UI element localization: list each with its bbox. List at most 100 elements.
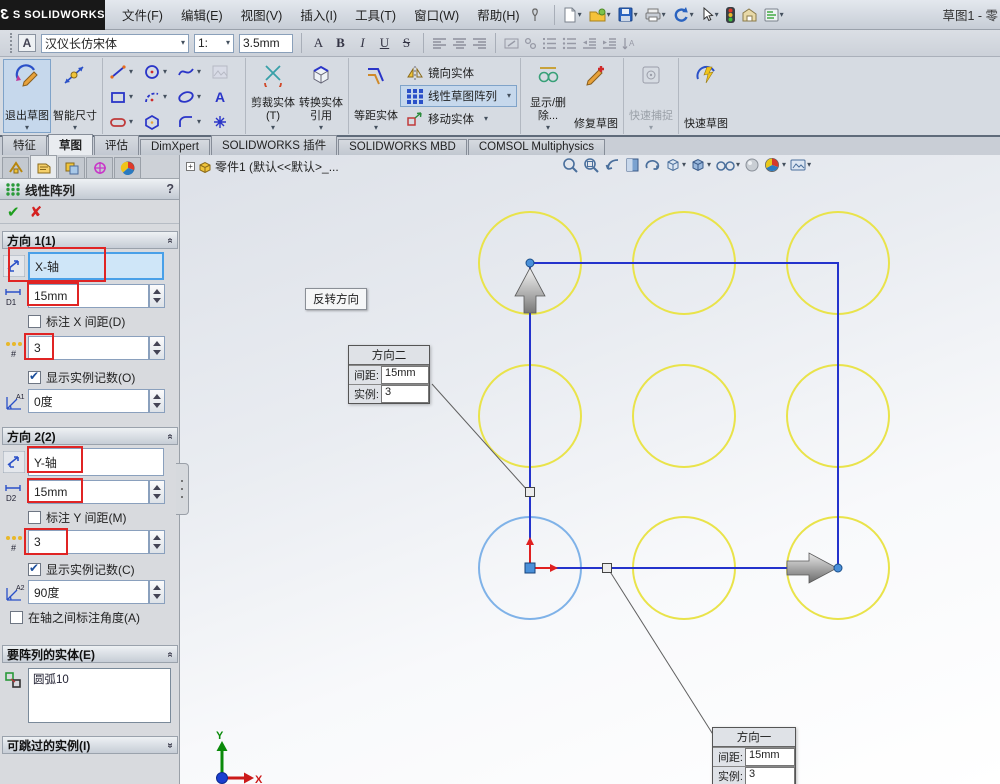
convert-entities-button[interactable]: 转换实体引用 ▾ [297, 59, 345, 133]
trim-entities-button[interactable]: 剪裁实体(T) ▾ [249, 59, 297, 133]
text-height-field[interactable]: 3.5mm [239, 34, 293, 53]
dim2-spacing-checkbox-row[interactable]: 标注 Y 间距(M) [28, 509, 126, 526]
menu-insert[interactable]: 插入(I) [291, 2, 346, 27]
angle-between-checkbox-row[interactable]: 在轴之间标注角度(A) [10, 609, 140, 626]
open-file-button[interactable]: ▾ [587, 7, 613, 23]
zoom-area-icon[interactable] [583, 157, 600, 173]
menu-file[interactable]: 文件(F) [113, 2, 172, 27]
panel-splitter-handle[interactable] [176, 463, 189, 515]
configuration-manager-tab[interactable] [58, 157, 85, 178]
direction2-arrow-handle[interactable] [515, 268, 545, 313]
font-scale-select[interactable]: 1:▾ [194, 34, 234, 53]
direction1-spacing-spinner[interactable] [149, 284, 165, 308]
align-center-icon[interactable] [452, 37, 467, 49]
callout-spacing-value[interactable]: 15mm [745, 748, 795, 766]
mirror-entities-button[interactable]: 镜向实体 [400, 62, 517, 84]
offset-entities-dropdown[interactable]: ▾ [374, 124, 378, 132]
numbered-list-icon[interactable] [542, 37, 557, 50]
align-left-icon[interactable] [432, 37, 447, 49]
direction2-angle-spinner[interactable] [149, 580, 165, 604]
tab-sketch[interactable]: 草图 [48, 134, 93, 155]
linear-pattern-dropdown[interactable]: ▾ [507, 92, 511, 100]
menu-tools[interactable]: 工具(T) [346, 2, 405, 27]
midpoint-handle-left-edge[interactable] [526, 488, 535, 497]
exit-sketch-dropdown[interactable]: ▾ [25, 124, 29, 132]
help-button[interactable]: ? [166, 182, 174, 196]
dim1-spacing-checkbox[interactable] [28, 315, 41, 328]
indent-icon[interactable] [602, 37, 617, 49]
menu-edit[interactable]: 编辑(E) [172, 2, 232, 27]
dim1-spacing-checkbox-row[interactable]: 标注 X 间距(D) [28, 313, 125, 330]
property-manager-tab[interactable] [30, 155, 57, 178]
flyout-feature-tree[interactable]: + 零件1 (默认<<默认>_... [186, 158, 339, 175]
cancel-button[interactable]: ✘ [30, 203, 43, 221]
direction1-angle-spinner[interactable] [149, 389, 165, 413]
fillet-tool[interactable]: ▾ [174, 114, 208, 130]
options-button[interactable]: ▾ [762, 7, 786, 23]
midpoint-handle-bottom-edge[interactable] [603, 564, 612, 573]
offset-entities-button[interactable]: 等距实体 ▾ [352, 59, 400, 133]
hide-show-items-icon[interactable]: ▾ [715, 158, 740, 172]
view-orientation-icon[interactable]: ▾ [665, 157, 686, 173]
italic-button[interactable]: I [354, 35, 371, 51]
rectangle-tool[interactable]: ▾ [106, 89, 140, 105]
rotate-text-icon[interactable] [504, 37, 519, 50]
polygon-tool[interactable] [140, 114, 174, 130]
direction2-callout[interactable]: 方向二 间距: 15mm 实例: 3 [348, 345, 430, 404]
display-delete-dropdown[interactable]: ▾ [546, 124, 550, 132]
vertex-handle-origin[interactable] [525, 563, 535, 573]
dimxpert-manager-tab[interactable] [86, 157, 113, 178]
view-settings-icon[interactable]: ▾ [790, 158, 811, 173]
direction1-callout[interactable]: 方向一 间距: 15mm 实例: 3 [712, 727, 796, 784]
sketch-square-lines[interactable] [530, 263, 838, 568]
callout-spacing-value[interactable]: 15mm [381, 366, 429, 384]
direction1-count-spinner[interactable] [149, 336, 165, 360]
section-view-icon[interactable] [625, 157, 640, 173]
align-right-icon[interactable] [472, 37, 487, 49]
outdent-icon[interactable] [582, 37, 597, 49]
pin-icon[interactable] [529, 8, 541, 22]
tab-solidworks-addins[interactable]: SOLIDWORKS 插件 [211, 135, 337, 155]
exit-sketch-button[interactable]: 退出草图 ▾ [3, 59, 51, 133]
show-count2-checkbox-row[interactable]: 显示实例记数(C) [28, 561, 135, 578]
menu-help[interactable]: 帮助(H) [468, 2, 528, 27]
convert-entities-dropdown[interactable]: ▾ [319, 124, 323, 132]
arc-tool[interactable]: ▾ [140, 89, 174, 105]
edit-appearance-icon[interactable] [744, 157, 760, 173]
direction2-count-spinner[interactable] [149, 530, 165, 554]
circle-tool[interactable]: ▾ [140, 64, 174, 80]
show-count1-checkbox[interactable] [28, 371, 41, 384]
show-count1-checkbox-row[interactable]: 显示实例记数(O) [28, 369, 135, 386]
undo-button[interactable]: ▾ [671, 6, 696, 23]
vertex-handle-bottomright[interactable] [834, 564, 842, 572]
insert-symbol-icon[interactable] [524, 37, 537, 50]
graphics-viewport[interactable]: + 零件1 (默认<<默认>_... ▾ ▾ ▾ ▾ ▾ [180, 155, 1000, 784]
tab-evaluate[interactable]: 评估 [94, 135, 139, 155]
feature-manager-tab[interactable] [2, 157, 29, 178]
spline-tool[interactable]: ▾ [174, 64, 208, 80]
move-entities-dropdown[interactable]: ▾ [484, 115, 488, 123]
tab-solidworks-mbd[interactable]: SOLIDWORKS MBD [338, 139, 467, 155]
tab-dimxpert[interactable]: DimXpert [140, 139, 210, 155]
show-count2-checkbox[interactable] [28, 563, 41, 576]
direction1-angle-field[interactable]: 0度 [28, 389, 149, 413]
sketch-text-tool[interactable]: A [208, 89, 242, 105]
menu-window[interactable]: 窗口(W) [405, 2, 468, 27]
previous-view-icon[interactable] [604, 157, 621, 173]
point-tool[interactable] [208, 114, 242, 130]
line-tool[interactable]: ▾ [106, 64, 140, 80]
font-name-select[interactable]: 汉仪长仿宋体▾ [41, 34, 189, 53]
rotate-view-icon[interactable] [644, 157, 661, 173]
ok-button[interactable]: ✔ [7, 203, 20, 221]
angle-between-checkbox[interactable] [10, 611, 23, 624]
ellipse-tool[interactable]: ▾ [174, 89, 208, 105]
entities-list[interactable]: 圆弧10 [28, 668, 171, 723]
vertex-handle-topleft[interactable] [526, 259, 534, 267]
select-button[interactable]: ▾ [699, 6, 721, 23]
apply-scene-icon[interactable]: ▾ [764, 157, 786, 173]
file-properties-button[interactable] [740, 7, 759, 23]
sketch-canvas[interactable]: Y X [180, 155, 1000, 784]
smart-dimension-dropdown[interactable]: ▾ [73, 124, 77, 132]
callout-instance-value[interactable]: 3 [381, 385, 429, 403]
direction2-spacing-spinner[interactable] [149, 480, 165, 504]
